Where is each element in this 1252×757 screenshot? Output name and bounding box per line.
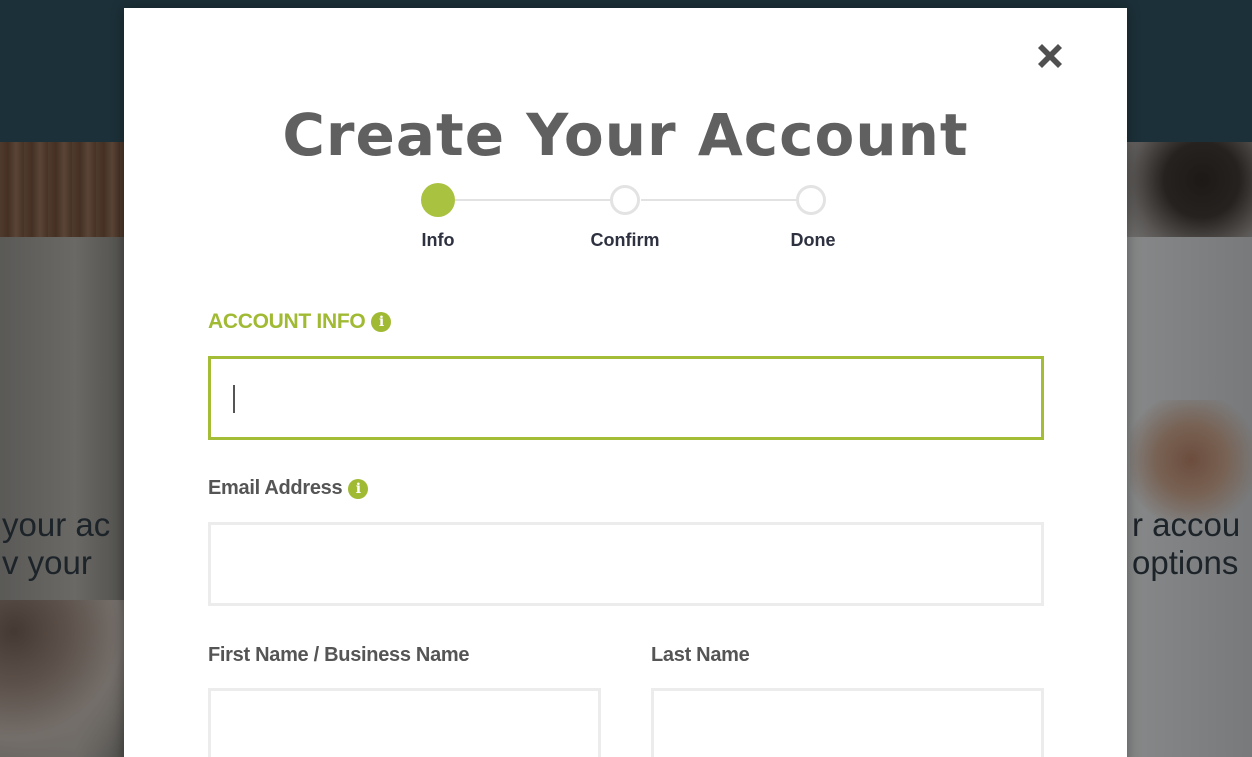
first-name-field[interactable] [208, 688, 601, 757]
first-name-input[interactable] [211, 691, 598, 757]
stepper-connector [455, 199, 625, 201]
section-title-text: ACCOUNT INFO [208, 310, 366, 333]
page: your ac v your r accou options Create Yo… [0, 0, 1252, 757]
email-label-text: Email Address [208, 477, 343, 499]
step-label-confirm: Confirm [590, 230, 660, 250]
step-dot-info [421, 183, 455, 217]
last-name-label: Last Name [651, 644, 750, 666]
section-title-account-info: ACCOUNT INFO i [208, 310, 392, 334]
account-info-input[interactable] [211, 359, 1041, 437]
close-x-icon [1038, 44, 1062, 68]
last-name-field[interactable] [651, 688, 1044, 757]
modal-title: Create Your Account [282, 101, 969, 169]
email-input[interactable] [211, 525, 1041, 603]
email-field[interactable] [208, 522, 1044, 606]
account-info-field[interactable] [208, 356, 1044, 440]
last-name-input[interactable] [654, 691, 1041, 757]
step-dot-confirm [610, 185, 640, 215]
step-label-done: Done [790, 230, 836, 250]
text-caret [233, 385, 235, 413]
info-icon[interactable]: i [348, 478, 369, 499]
first-name-label: First Name / Business Name [208, 644, 470, 666]
step-label-info: Info [421, 230, 455, 250]
stepper-connector [641, 199, 811, 201]
close-button[interactable] [1032, 38, 1068, 74]
email-label: Email Address i [208, 477, 369, 500]
step-dot-done [796, 185, 826, 215]
progress-stepper: Info Confirm Done [124, 180, 1127, 260]
create-account-modal: Create Your Account Info Confirm Done AC… [124, 8, 1127, 757]
info-icon[interactable]: i [371, 312, 392, 332]
